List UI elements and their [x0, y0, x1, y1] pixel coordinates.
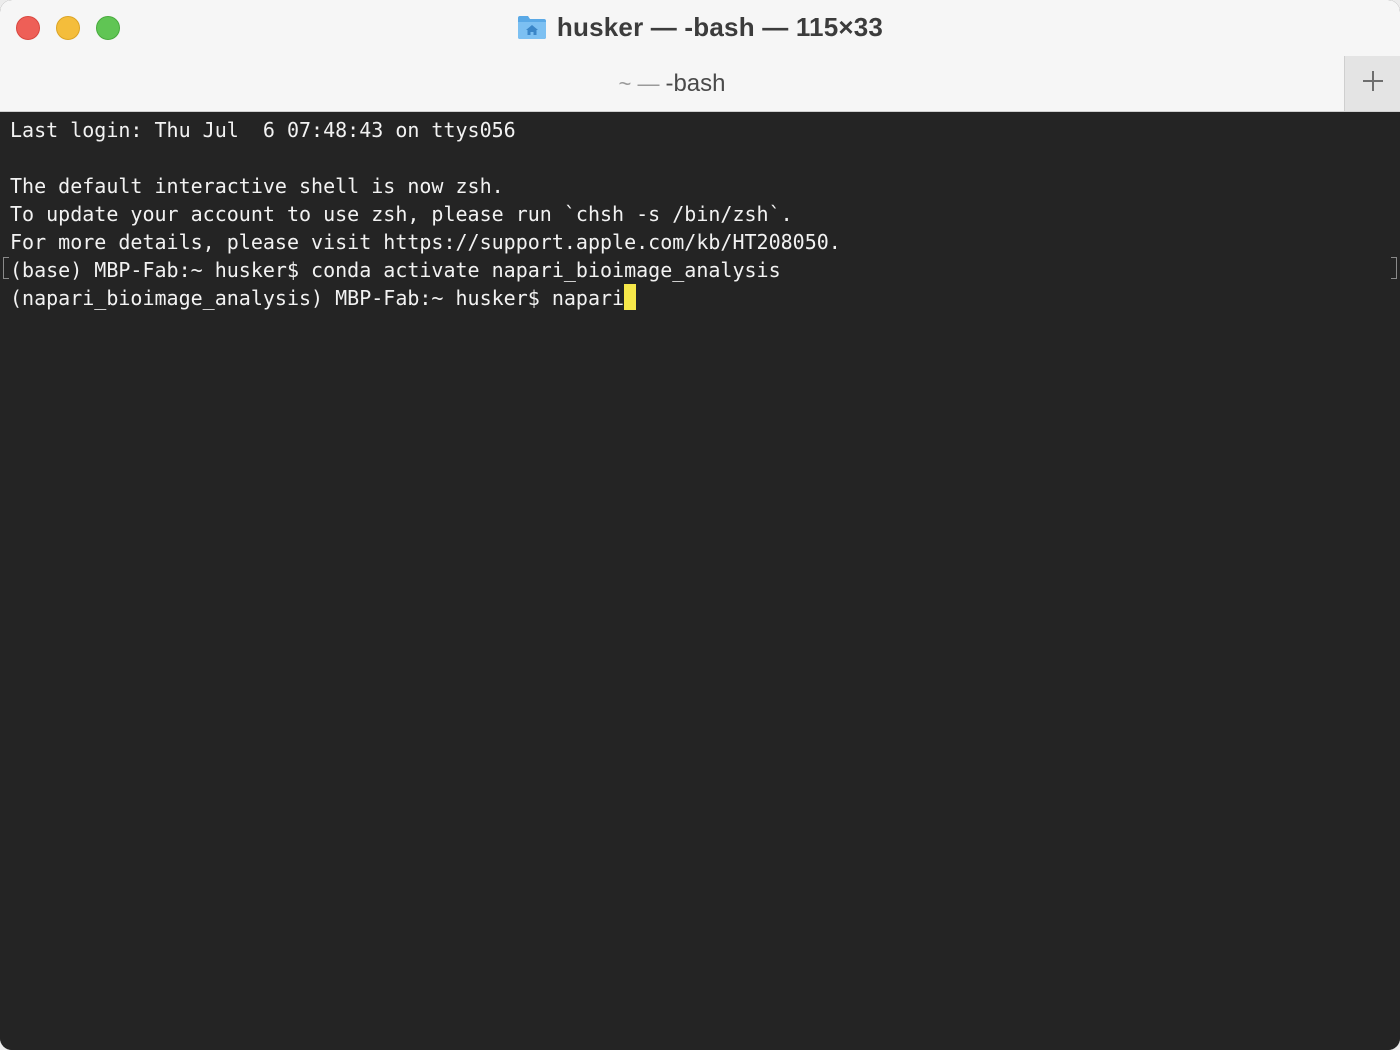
- window-title-group: husker — -bash — 115×33: [0, 10, 1400, 44]
- prompt-text: (napari_bioimage_analysis) MBP-Fab:~ hus…: [10, 286, 625, 310]
- text-cursor: [624, 284, 637, 310]
- home-folder-icon: [517, 14, 547, 40]
- terminal-prompt-line: (napari_bioimage_analysis) MBP-Fab:~ hus…: [10, 284, 637, 312]
- line-mark-left: [3, 257, 9, 279]
- tab-bar: ~ — -bash: [0, 56, 1400, 112]
- title-bar[interactable]: husker — -bash — 115×33: [0, 0, 1400, 56]
- tab-label: -bash: [665, 69, 726, 97]
- terminal-window: husker — -bash — 115×33 ~ — -bash Last l…: [0, 0, 1400, 1050]
- line-mark-right: [1391, 257, 1397, 279]
- terminal-line: The default interactive shell is now zsh…: [10, 174, 504, 198]
- terminal-line: For more details, please visit https://s…: [10, 230, 841, 254]
- terminal-line: To update your account to use zsh, pleas…: [10, 202, 793, 226]
- terminal-line: Last login: Thu Jul 6 07:48:43 on ttys05…: [10, 118, 516, 142]
- terminal-content[interactable]: Last login: Thu Jul 6 07:48:43 on ttys05…: [0, 112, 1400, 1050]
- tab-bash[interactable]: ~ — -bash: [0, 56, 1344, 111]
- window-title: husker — -bash — 115×33: [556, 11, 884, 42]
- new-tab-button[interactable]: [1344, 56, 1400, 111]
- terminal-line: (base) MBP-Fab:~ husker$ conda activate …: [10, 258, 781, 282]
- plus-icon: [1361, 69, 1385, 98]
- tab-prefix: ~ —: [618, 70, 660, 96]
